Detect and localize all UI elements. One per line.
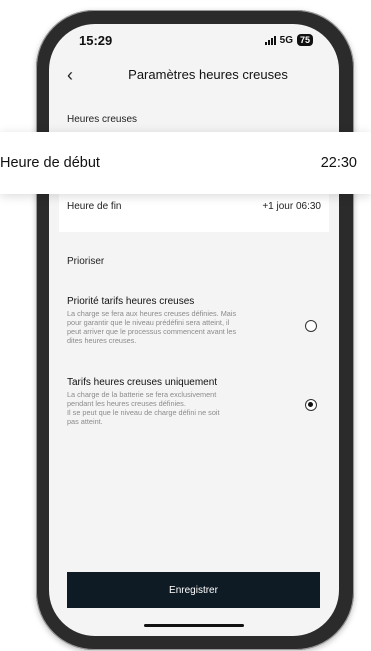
- status-indicators: 5G 75: [264, 34, 313, 46]
- save-button[interactable]: Enregistrer: [67, 572, 320, 608]
- navigation-bar: ‹ Paramètres heures creuses: [49, 58, 339, 98]
- radio-button[interactable]: [305, 320, 317, 332]
- end-time-value: +1 jour 06:30: [262, 201, 321, 212]
- description-line: pas atteint.: [67, 417, 103, 426]
- description-line: peut arriver que le processus commencent…: [67, 327, 237, 336]
- network-label: 5G: [279, 34, 293, 46]
- battery-icon: 75: [296, 34, 313, 46]
- prioritize-section-label: Prioriser: [67, 256, 105, 267]
- description-line: dites heures creuses.: [67, 336, 137, 345]
- option-title: Tarifs heures creuses uniquement: [67, 377, 218, 388]
- off-peak-card: Heure de fin +1 jour 06:30: [59, 190, 329, 232]
- description-line: Il se peut que le niveau de charge défin…: [67, 408, 220, 417]
- end-time-label: Heure de fin: [67, 201, 122, 212]
- off-peak-section-label: Heures creuses: [67, 114, 138, 125]
- option-description: La charge se fera aux heures creuses déf…: [67, 309, 289, 345]
- start-time-label: Heure de début: [0, 155, 100, 171]
- back-icon[interactable]: ‹: [67, 66, 73, 84]
- phone-screen: 15:29 5G 75 ‹ Paramètres heures creuses …: [49, 24, 339, 636]
- option-description: La charge de la batterie se fera exclusi…: [67, 390, 289, 426]
- radio-button[interactable]: [305, 399, 317, 411]
- home-indicator: [144, 624, 244, 627]
- description-line: La charge se fera aux heures creuses déf…: [67, 309, 237, 318]
- option-title: Priorité tarifs heures creuses: [67, 296, 195, 307]
- description-line: pendant les heures creuses définies.: [67, 399, 186, 408]
- page-title: Paramètres heures creuses: [128, 67, 288, 82]
- status-time: 15:29: [79, 33, 113, 48]
- description-line: La charge de la batterie se fera exclusi…: [67, 390, 217, 399]
- start-time-value: 22:30: [320, 155, 357, 171]
- start-time-row[interactable]: Heure de début 22:30: [0, 132, 371, 194]
- description-line: pour garantir que le niveau prédéfini se…: [67, 318, 230, 327]
- end-time-row[interactable]: Heure de fin +1 jour 06:30: [67, 201, 321, 212]
- signal-icon: [264, 35, 276, 45]
